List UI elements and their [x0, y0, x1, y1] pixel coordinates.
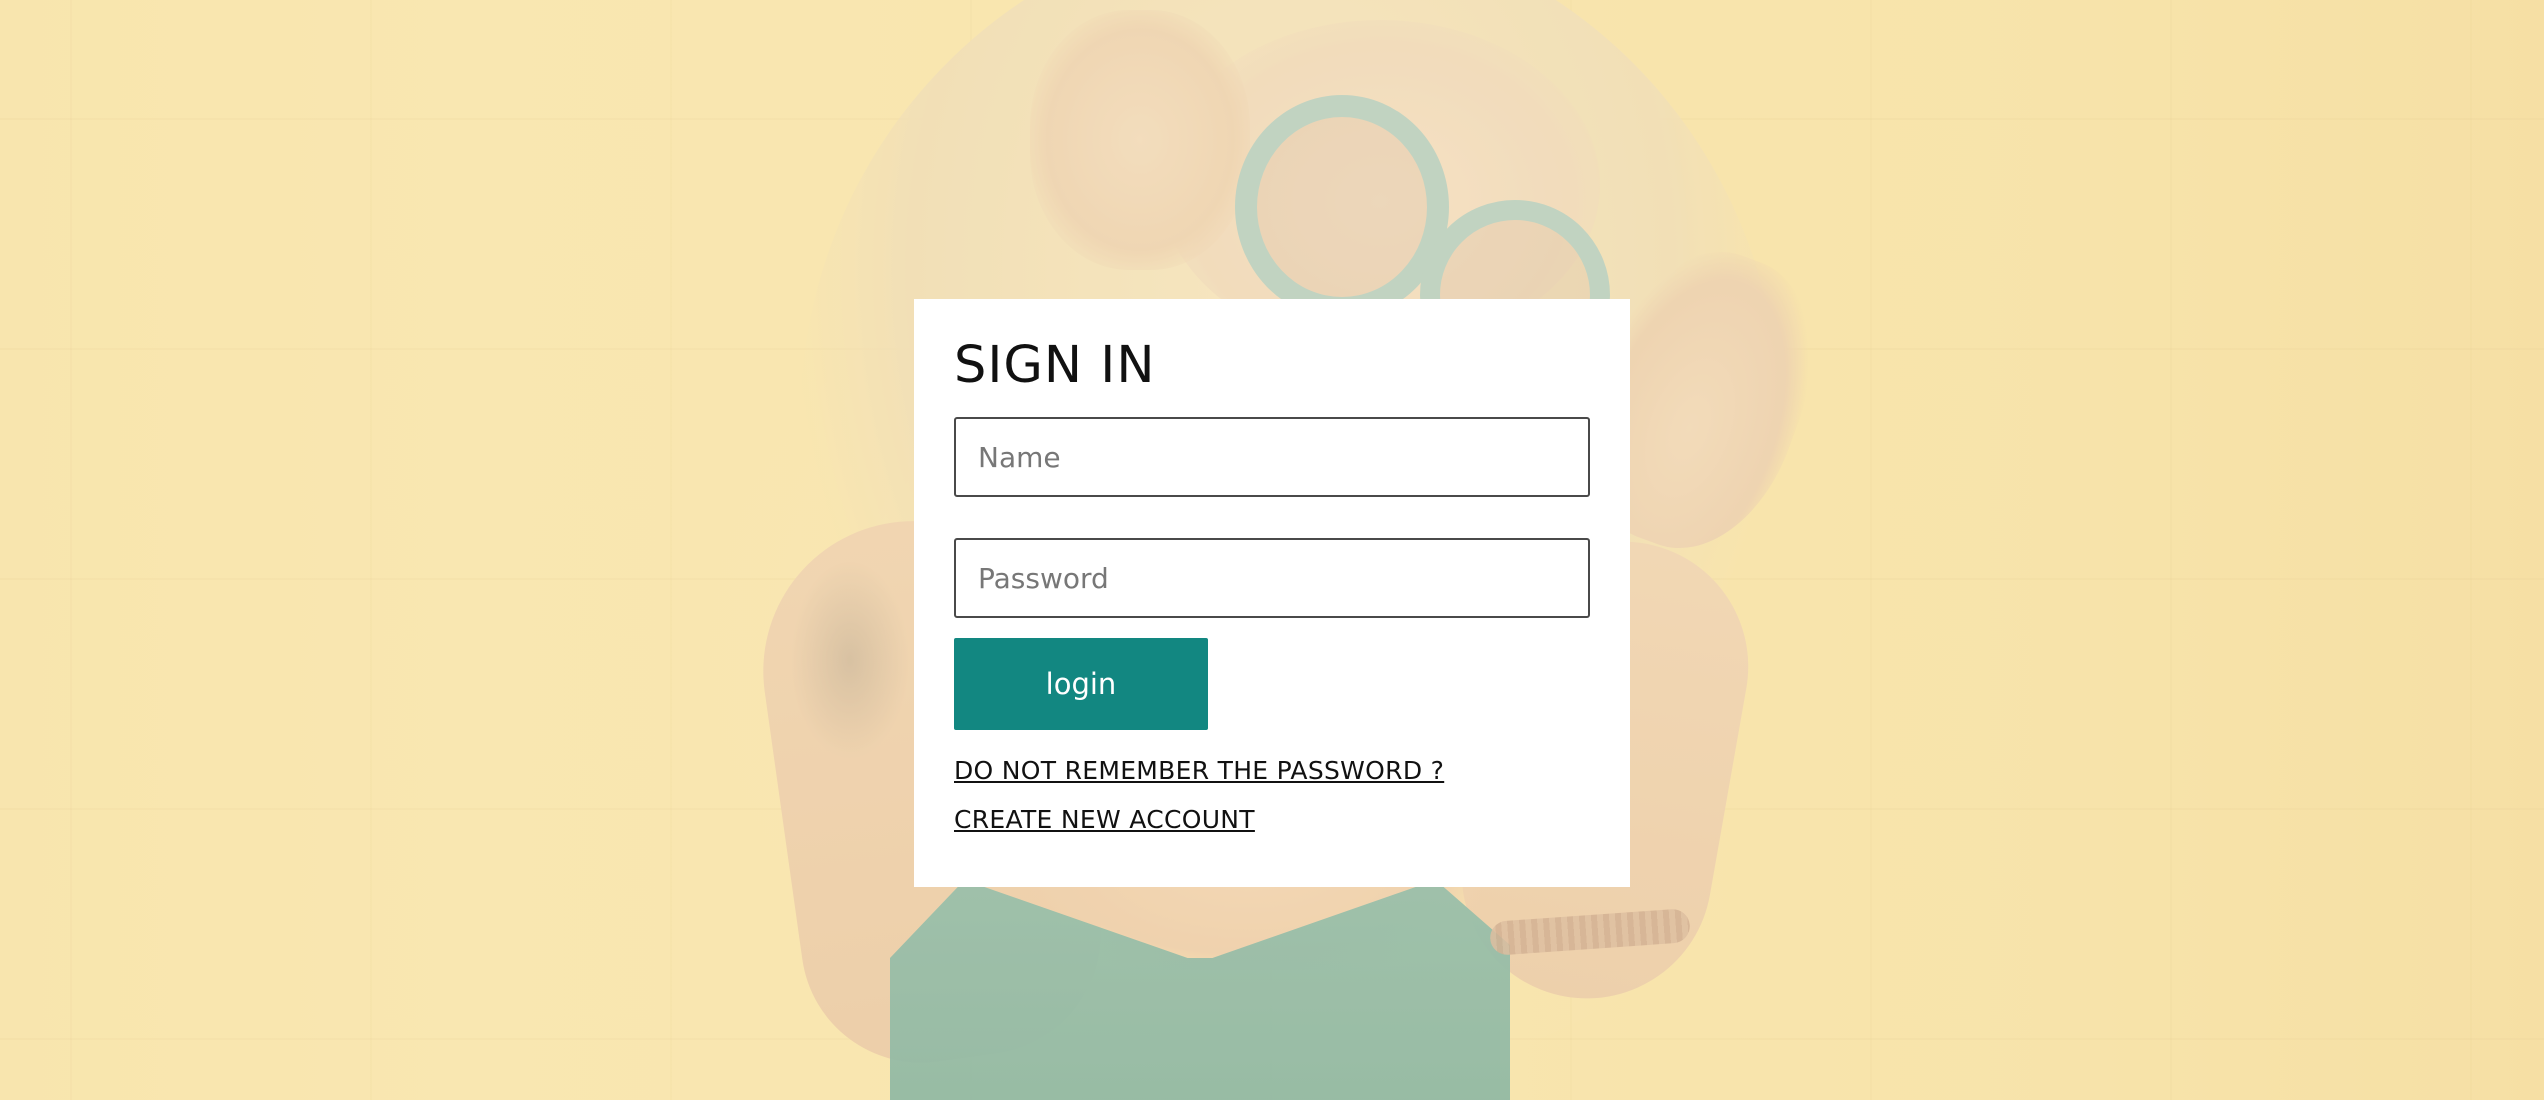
- login-button[interactable]: login: [954, 638, 1208, 730]
- signin-title: SIGN IN: [954, 336, 1156, 395]
- forgot-password-link[interactable]: DO NOT REMEMBER THE PASSWORD ?: [954, 756, 1590, 786]
- name-input[interactable]: [954, 417, 1590, 497]
- create-account-link[interactable]: CREATE NEW ACCOUNT: [954, 805, 1590, 835]
- password-input[interactable]: [954, 538, 1590, 618]
- login-page: SIGN IN login DO NOT REMEMBER THE PASSWO…: [0, 0, 2544, 1100]
- signin-links: DO NOT REMEMBER THE PASSWORD ? CREATE NE…: [954, 756, 1590, 835]
- signin-card: SIGN IN login DO NOT REMEMBER THE PASSWO…: [914, 299, 1630, 887]
